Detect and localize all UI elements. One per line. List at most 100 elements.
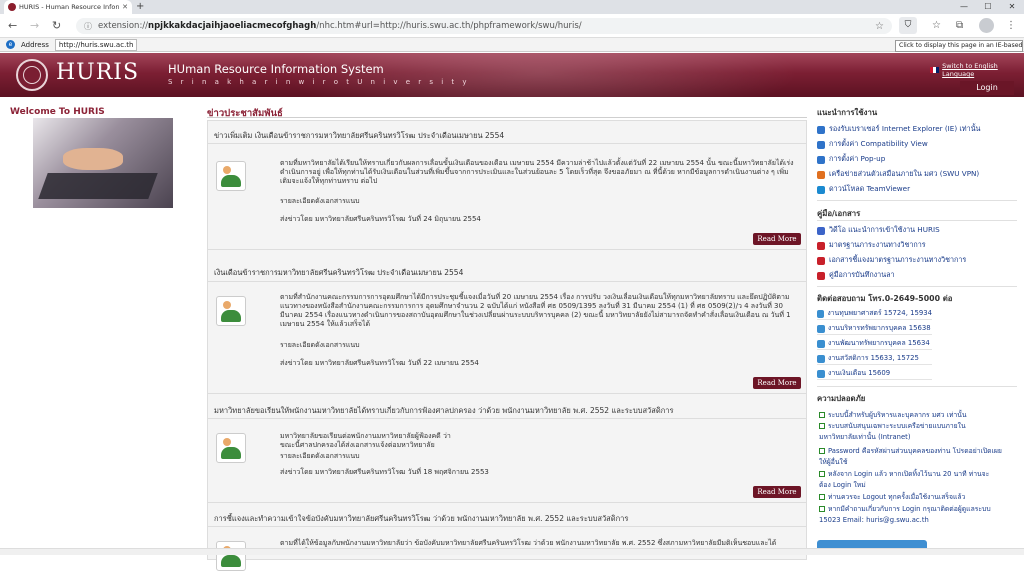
contact-item[interactable]: งานพัฒนาทรัพยากรบุคคล 15634 xyxy=(817,338,932,350)
check-icon xyxy=(819,448,825,454)
close-window-icon[interactable]: ✕ xyxy=(1000,0,1024,14)
guide-item[interactable]: เครือข่ายส่วนตัวเสมือนภายใน มศว (SWU VPN… xyxy=(817,169,979,180)
news-title[interactable]: เงินเดือนข้าราชการมหาวิทยาลัยศรีนครินทรว… xyxy=(214,267,463,279)
maximize-icon[interactable]: ☐ xyxy=(976,0,1000,14)
contact-item-label: งานบริหารทรัพยากรบุคคล 15638 xyxy=(828,324,931,332)
contact-item-label: งานสวัสดิการ 15633, 15725 xyxy=(828,354,919,362)
menu-icon[interactable]: ⋮ xyxy=(1006,19,1016,33)
news-attachment[interactable]: รายละเอียดดังเอกสารแนบ xyxy=(280,197,800,206)
welcome-heading: Welcome To HURIS xyxy=(10,107,105,117)
security-note-text: ระบบสนับสนุนเฉพาะระบบเครือข่ายแบบภายใน xyxy=(828,422,966,430)
news-posted: ส่งข่าวโดย มหาวิทยาลัยศรีนครินทรวิโรฒ วั… xyxy=(280,215,481,223)
guide-item-label[interactable]: เครือข่ายส่วนตัวเสมือนภายใน มศว (SWU VPN… xyxy=(829,169,979,180)
teamviewer-icon xyxy=(817,185,825,194)
close-tab-icon[interactable]: ✕ xyxy=(122,3,128,11)
manual-item-label[interactable]: มาตรฐานภาระงานทางวิชาการ xyxy=(829,240,926,251)
divider xyxy=(817,220,1017,221)
manual-item-label[interactable]: คู่มือการบันทึกงานลา xyxy=(829,270,895,281)
read-more-button[interactable]: Read More xyxy=(753,233,801,245)
guide-heading: แนะนำการใช้งาน xyxy=(817,108,878,117)
check-icon xyxy=(819,471,825,477)
manual-item-label[interactable]: เอกสารชี้แจงมาตรฐานภาระงานทางวิชาการ xyxy=(829,255,966,266)
pdf-icon xyxy=(817,271,825,280)
security-note-cont: ให้ผู้อื่นใช้ xyxy=(819,458,848,466)
profile-avatar[interactable] xyxy=(979,18,994,33)
guide-item-label[interactable]: การตั้งค่า Compatibility View xyxy=(829,139,928,150)
security-email[interactable]: 15023 Email: huris@g.swu.ac.th xyxy=(819,515,1024,525)
reload-icon[interactable]: ↻ xyxy=(52,19,61,33)
window-controls: — ☐ ✕ xyxy=(952,0,1024,14)
guide-item[interactable]: การตั้งค่า Compatibility View xyxy=(817,139,928,150)
hands-graphic xyxy=(63,148,123,170)
manual-item[interactable]: เอกสารชี้แจงมาตรฐานภาระงานทางวิชาการ xyxy=(817,255,966,266)
read-more-button[interactable]: Read More xyxy=(753,377,801,389)
phone-icon xyxy=(817,339,825,348)
browser-tab[interactable]: HURIS - Human Resource Inform ✕ xyxy=(4,0,132,14)
ie-icon xyxy=(817,140,825,149)
read-more-button[interactable]: Read More xyxy=(753,486,801,498)
divider xyxy=(208,526,806,527)
check-icon xyxy=(819,506,825,512)
minimize-icon[interactable]: — xyxy=(952,0,976,14)
security-note-text: Password คือรหัสผ่านส่วนบุคคลของท่าน โปร… xyxy=(828,447,1002,455)
collections-icon[interactable]: ⧉ xyxy=(956,19,963,33)
university-seal-icon xyxy=(16,59,48,91)
switch-language-link[interactable]: Switch to English Language xyxy=(942,62,1024,78)
ie-address-input[interactable]: http://huris.swu.ac.th xyxy=(54,38,138,51)
contact-item[interactable]: งานสวัสดิการ 15633, 15725 xyxy=(817,353,932,365)
security-note: ท่านควรจะ Logout ทุกครั้งเมื่อใช้งานเสร็… xyxy=(819,492,1024,502)
guide-item[interactable]: การตั้งค่า Pop-up xyxy=(817,154,885,165)
divider xyxy=(208,249,806,250)
video-icon xyxy=(817,226,825,235)
manual-item[interactable]: วิดีโอ แนะนำการเข้าใช้งาน HURIS xyxy=(817,225,940,236)
news-title[interactable]: มหาวิทยาลัยขอเรียนให้พนักงานมหาวิทยาลัยไ… xyxy=(214,405,674,417)
guide-item[interactable]: ดาวน์โหลด TeamViewer xyxy=(817,184,910,195)
university-name: S r i n a k h a r i n w i r o t U n i v … xyxy=(168,78,470,86)
guide-item-label[interactable]: รองรับเบราเซอร์ Internet Explorer (IE) เ… xyxy=(829,124,980,135)
news-attachment[interactable]: รายละเอียดดังเอกสารแนบ xyxy=(280,341,800,350)
welcome-photo xyxy=(33,118,173,208)
keyboard-graphic xyxy=(38,173,158,199)
news-title[interactable]: ข่าวเพิ่มเติม เงินเดือนข้าราชการมหาวิทยา… xyxy=(214,130,504,142)
guide-item-label[interactable]: การตั้งค่า Pop-up xyxy=(829,154,885,165)
news-title[interactable]: การชี้แจงและทำความเข้าใจข้อบังคับมหาวิทย… xyxy=(214,513,628,525)
browser-tab-bar: HURIS - Human Resource Inform ✕ + — ☐ ✕ xyxy=(0,0,1024,14)
guide-item-label[interactable]: ดาวน์โหลด TeamViewer xyxy=(829,184,910,195)
forward-icon[interactable]: → xyxy=(30,19,39,33)
contact-item[interactable]: งานเงินเดือน 15609 xyxy=(817,368,932,380)
bookmark-star-icon[interactable]: ☆ xyxy=(875,21,884,32)
contact-item[interactable]: งานทุนพยาศาสตร์ 15724, 15934 xyxy=(817,308,932,320)
back-icon[interactable]: ← xyxy=(8,19,17,33)
divider xyxy=(817,386,1017,387)
ie-tooltip: Click to display this page in an IE-base… xyxy=(895,40,1023,52)
language-switch[interactable]: Switch to English Language xyxy=(930,62,1024,78)
security-note-text: หลังจาก Login แล้ว หากเปิดทิ้งไว้นาน 20 … xyxy=(828,470,990,478)
security-note-text: ระบบนี้สำหรับผู้บริหารและบุคลากร มศว เท่… xyxy=(828,411,967,419)
people-icon xyxy=(216,296,246,326)
favorites-icon[interactable]: ☆ xyxy=(932,19,941,33)
guide-item[interactable]: รองรับเบราเซอร์ Internet Explorer (IE) เ… xyxy=(817,124,980,135)
new-tab-icon[interactable]: + xyxy=(136,1,144,12)
divider xyxy=(817,200,1017,201)
manual-item[interactable]: คู่มือการบันทึกงานลา xyxy=(817,270,895,281)
divider xyxy=(208,502,806,503)
contact-heading: ติดต่อสอบถาม โทร.0-2649-5000 ต่อ xyxy=(817,294,953,303)
address-url[interactable]: extension://npjkkakdacjaihjaoeliacmecofg… xyxy=(98,21,869,31)
info-icon[interactable]: ⓘ xyxy=(84,21,92,32)
contact-item[interactable]: งานบริหารทรัพยากรบุคคล 15638 xyxy=(817,323,932,335)
pdf-icon xyxy=(817,241,825,250)
manual-item-label[interactable]: วิดีโอ แนะนำการเข้าใช้งาน HURIS xyxy=(829,225,940,236)
security-note: Password คือรหัสผ่านส่วนบุคคลของท่าน โปร… xyxy=(819,446,1024,456)
security-note: หลังจาก Login แล้ว หากเปิดทิ้งไว้นาน 20 … xyxy=(819,469,1024,479)
manual-item[interactable]: มาตรฐานภาระงานทางวิชาการ xyxy=(817,240,926,251)
people-icon xyxy=(216,541,246,571)
address-bar[interactable]: ⓘ extension://npjkkakdacjaihjaoeliacmeco… xyxy=(76,18,892,34)
login-button[interactable]: Login xyxy=(960,81,1014,95)
security-note-text: หากมีคำถามเกี่ยวกับการ Login กรุณาติดต่อ… xyxy=(828,505,991,513)
ie-tab-extension-icon[interactable]: ⛉ xyxy=(899,17,917,34)
news-attachment[interactable]: รายละเอียดดังเอกสารแนบ xyxy=(280,452,800,461)
url-path: /nhc.htm#url=http://huris.swu.ac.th/phpf… xyxy=(316,21,582,31)
url-scheme: extension:// xyxy=(98,21,149,31)
horizontal-scrollbar[interactable] xyxy=(0,548,1024,555)
system-name: HUman Resource Information System xyxy=(168,62,384,76)
